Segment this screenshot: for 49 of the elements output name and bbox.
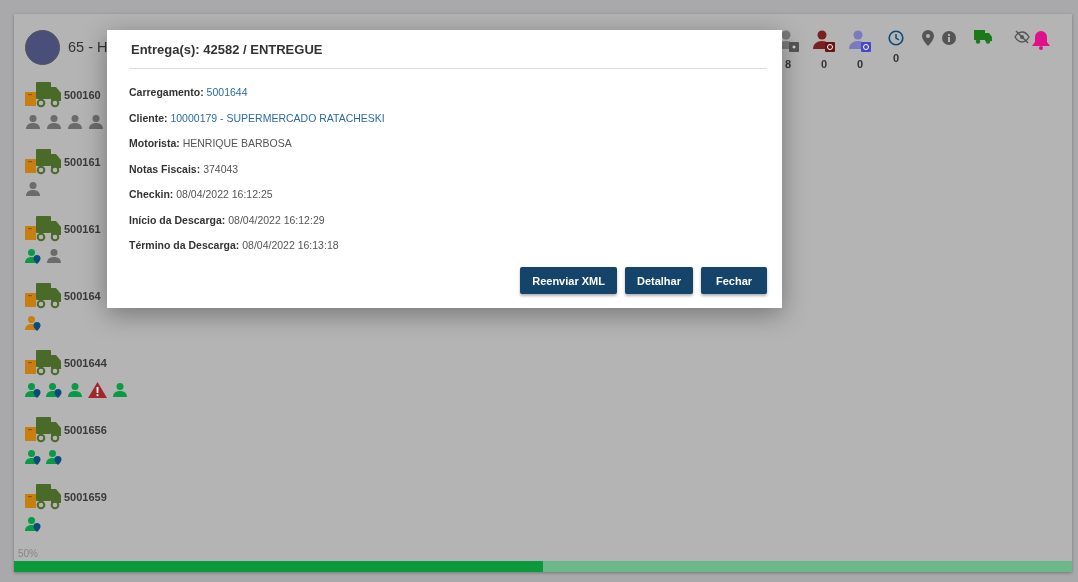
truck-icon [25, 417, 62, 443]
counter-value: 0 [820, 58, 828, 70]
driver-title: 65 - H [68, 39, 108, 55]
person-icon [46, 114, 62, 130]
detail-line: Início da Descarga: 08/04/2022 16:12:29 [129, 212, 326, 228]
detail-line: Carregamento: 5001644 [129, 85, 249, 100]
load-code[interactable]: 500160 [64, 89, 101, 101]
person-icon [46, 248, 62, 264]
person-icon[interactable] [813, 30, 835, 52]
load-code[interactable]: 5001644 [64, 357, 107, 369]
avatar [25, 30, 60, 65]
person-icon [112, 382, 128, 398]
detail-line: Notas Fiscais: 374043 [129, 161, 240, 177]
load-code[interactable]: 500164 [64, 290, 101, 302]
eye-off-icon[interactable] [1014, 30, 1030, 44]
person-icon [67, 114, 83, 130]
load-code[interactable]: 500161 [64, 223, 101, 235]
counter-value: 0 [856, 58, 864, 70]
truck-icon [25, 283, 62, 309]
truck-icon[interactable] [974, 30, 992, 44]
counter-value: 8 [784, 58, 792, 70]
detail-line: Término da Descarga: 08/04/2022 16:13:18 [129, 238, 340, 253]
clock-icon[interactable] [888, 30, 904, 46]
person-icon [25, 114, 41, 130]
truck-icon [25, 484, 62, 510]
counter-value: 0 [892, 52, 900, 64]
dialog-button[interactable]: Fechar [701, 267, 767, 294]
detail-line: Motorista: HENRIQUE BARBOSA [129, 136, 293, 151]
load-code[interactable]: 5001656 [64, 424, 107, 436]
map-pin-icon[interactable] [922, 30, 934, 46]
detail-link[interactable]: 10000179 - SUPERMERCADO RATACHESKI [170, 111, 385, 124]
truck-icon [25, 149, 62, 175]
detail-line: Checkin: 08/04/2022 16:12:25 [129, 187, 274, 202]
info-icon[interactable] [942, 31, 956, 45]
load-code[interactable]: 500161 [64, 156, 101, 168]
detail-link[interactable]: 5001644 [206, 86, 248, 98]
load-code[interactable]: 5001659 [64, 491, 107, 503]
dialog-button[interactable]: Reenviar XML [520, 267, 617, 294]
truck-icon [25, 82, 62, 108]
truck-icon [25, 350, 62, 376]
person-icon [25, 181, 41, 197]
dialog-button[interactable]: Detalhar [624, 267, 693, 294]
person-icon [88, 114, 104, 130]
detail-line: Cliente: 10000179 - SUPERMERCADO RATACHESKI [129, 110, 386, 126]
warning-icon [88, 382, 107, 398]
dialog-title: Entrega(s): 42582 / ENTREGUE [129, 30, 767, 69]
person-icon [67, 382, 83, 398]
truck-icon [25, 216, 62, 242]
bell-icon[interactable] [1032, 30, 1050, 50]
